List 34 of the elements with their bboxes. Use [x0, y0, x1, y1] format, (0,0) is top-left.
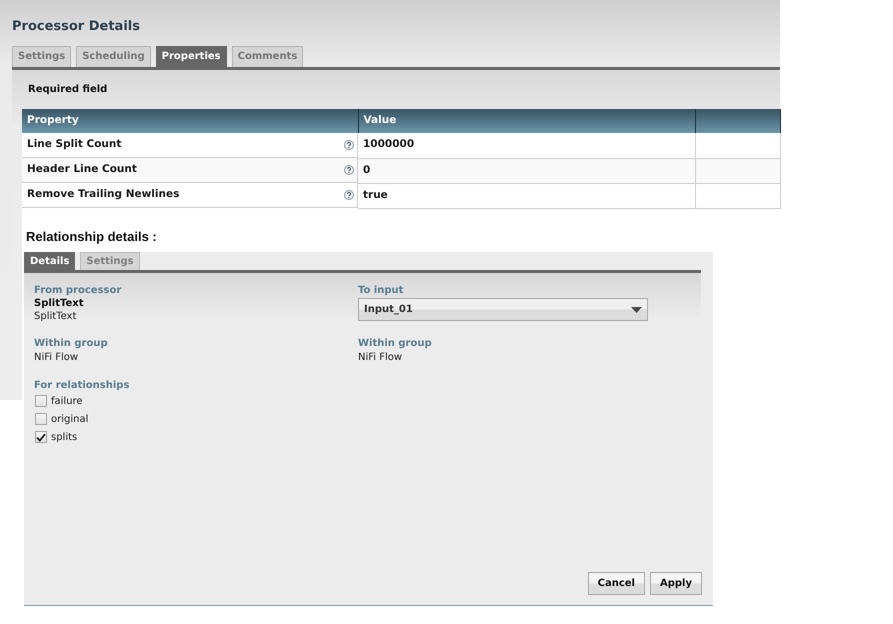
field-label: To input [358, 284, 404, 297]
checkmark-icon [36, 432, 46, 442]
field-label: Within group [34, 337, 108, 350]
checkbox-label: failure [51, 394, 83, 408]
tab[interactable]: Properties [156, 46, 227, 67]
property-value[interactable]: 0 [358, 158, 695, 183]
property-value[interactable]: true [358, 183, 695, 208]
dialog-title: Processor Details [12, 19, 140, 35]
field-label: From processor [34, 284, 122, 297]
checkbox[interactable] [35, 395, 47, 407]
section-heading: Relationship details : [26, 228, 157, 244]
checkbox-label: splits [51, 430, 78, 444]
help-icon [344, 140, 354, 150]
property-name: Remove Trailing Newlines [27, 187, 180, 202]
input-dropdown[interactable]: Input_01 [358, 298, 648, 321]
apply-button[interactable]: Apply [650, 572, 702, 595]
group-name: NiFi Flow [358, 351, 402, 365]
processor-type: SplitText [34, 310, 76, 323]
cancel-button[interactable]: Cancel [588, 572, 645, 595]
property-name: Header Line Count [27, 162, 137, 178]
checkbox[interactable] [35, 431, 47, 443]
property-value[interactable]: 1000000 [358, 133, 695, 158]
help-icon [344, 190, 354, 200]
tab[interactable]: Details [24, 252, 76, 270]
required-field-note: Required field [28, 83, 108, 97]
processor-name: SplitText [34, 297, 84, 310]
caret-icon [631, 306, 642, 312]
field-label: For relationships [34, 379, 130, 392]
field-label: Within group [358, 337, 432, 350]
checkbox-label: original [51, 412, 88, 426]
checkbox[interactable] [35, 413, 47, 425]
property-name: Line Split Count [27, 137, 122, 152]
help-icon [344, 165, 354, 175]
group-name: NiFi Flow [34, 351, 78, 365]
